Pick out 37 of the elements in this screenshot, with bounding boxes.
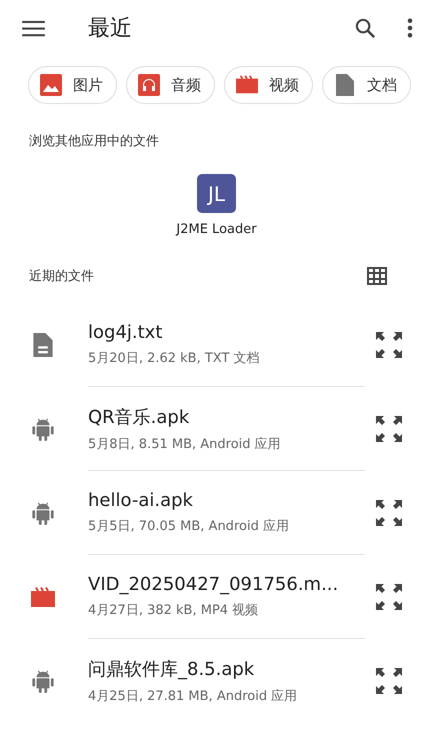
category-chip[interactable]: 视频 [224,66,313,104]
file-name: QR音乐.apk [88,406,190,428]
expand-icon[interactable] [375,415,403,443]
menu-icon[interactable] [22,20,45,36]
android-icon [31,417,55,441]
file-name: hello-ai.apk [88,490,194,511]
headphones-icon [138,74,160,96]
file-details: 5月8日, 8.51 MB, Android 应用 [88,436,282,452]
document-icon [31,333,55,357]
clapperboard-icon [236,74,258,96]
file-name: log4j.txt [88,322,164,343]
file-name: VID_20250427_091756.m... [88,574,340,595]
file-name: 问鼎软件库_8.5.apk [88,658,256,681]
section-heading: 近期的文件 [29,268,94,285]
expand-icon[interactable] [375,331,403,359]
image-icon [40,74,62,96]
android-icon [31,669,55,693]
category-chip[interactable]: 图片 [28,66,117,104]
file-details: 4月27日, 382 kB, MP4 视频 [88,602,260,619]
file-details: 5月5日, 70.05 MB, Android 应用 [88,518,290,535]
clapperboard-icon [31,585,55,609]
app-logo-icon: JL [196,174,236,213]
expand-icon[interactable] [375,667,403,695]
android-icon [31,501,55,525]
document-icon [334,74,356,96]
file-details: 4月25日, 27.81 MB, Android 应用 [88,688,298,705]
app-shortcut[interactable]: JL J2ME Loader [176,174,257,237]
category-chip[interactable]: 文档 [322,66,411,104]
file-details: 5月20日, 2.62 kB, TXT 文档 [88,350,261,367]
screen-title: 最近 [88,15,133,43]
category-chip[interactable]: 音频 [126,66,215,104]
more-options-icon[interactable] [407,18,413,38]
expand-icon[interactable] [375,499,403,527]
grid-view-icon[interactable] [367,267,387,285]
search-icon[interactable] [354,16,377,40]
section-heading: 浏览其他应用中的文件 [28,133,160,150]
expand-icon[interactable] [375,583,403,611]
